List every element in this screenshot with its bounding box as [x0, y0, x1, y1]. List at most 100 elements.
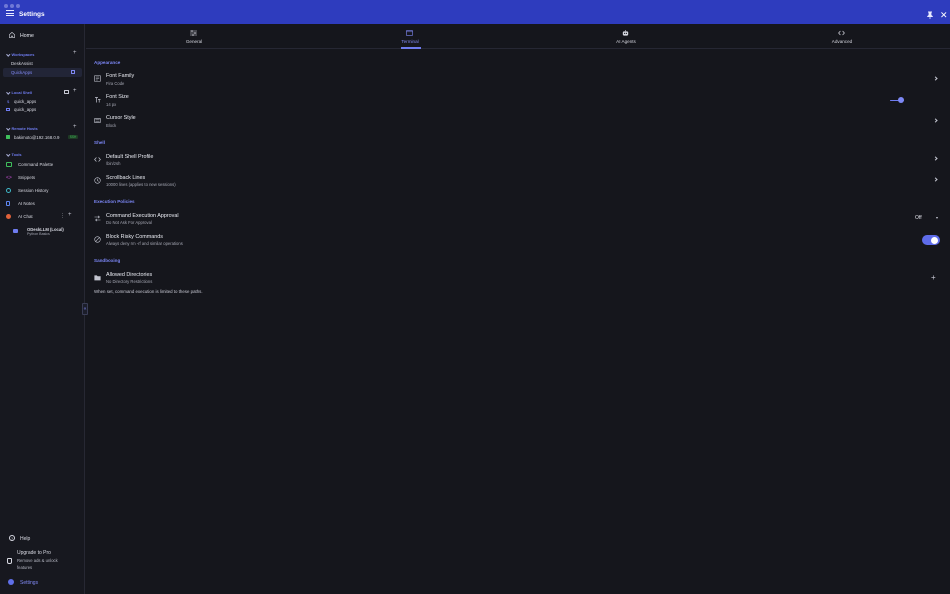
collapse-sidebar-button[interactable]: «: [82, 303, 88, 315]
more-options-icon[interactable]: ⋮: [60, 213, 65, 219]
scrollback-label[interactable]: Scrollback Lines: [106, 175, 145, 181]
tab-advanced[interactable]: Advanced: [734, 24, 950, 49]
history-icon: [94, 177, 101, 184]
local-shell-header[interactable]: Local Shell: [6, 90, 91, 95]
menu-icon[interactable]: [6, 10, 14, 16]
sidebar-item-snippets[interactable]: Snippets: [18, 175, 102, 180]
font-family-value: Fira Code: [106, 81, 125, 86]
code-icon: [94, 157, 101, 162]
active-tab-indicator: [401, 47, 421, 49]
sidebar-home[interactable]: Home: [20, 33, 34, 39]
add-host-icon[interactable]: +: [73, 124, 77, 130]
terminal-icon: [406, 30, 413, 36]
default-shell-label[interactable]: Default Shell Profile: [106, 154, 153, 160]
remote-hosts-label: Remote Hosts: [11, 126, 38, 131]
toggle-knob: [931, 236, 938, 244]
settings-tabs: General Terminal AI Agents Advanced: [86, 24, 950, 49]
sandboxing-note: When set, command execution is limited t…: [94, 289, 203, 294]
workspaces-label: Workspaces: [11, 52, 35, 57]
add-directory-icon[interactable]: +: [931, 274, 936, 282]
chevron-right-icon[interactable]: [933, 118, 938, 123]
chevron-down-icon: [6, 126, 11, 131]
new-chat-icon[interactable]: +: [68, 212, 72, 218]
keyboard-icon: [94, 118, 101, 123]
status-badge: SSH: [68, 135, 78, 139]
font-size-label[interactable]: Font Size: [106, 94, 129, 100]
command-palette-icon: [6, 162, 12, 167]
server-icon: [6, 135, 10, 139]
title-bar: Settings ✕: [0, 0, 950, 24]
chevron-right-icon[interactable]: [933, 76, 938, 81]
tab-general[interactable]: General: [86, 24, 302, 49]
code-icon: [838, 30, 845, 36]
font-size-slider-handle[interactable]: [898, 97, 904, 103]
chat-bubble-icon: [13, 229, 18, 233]
chevron-right-icon[interactable]: [933, 177, 938, 182]
block-risky-label[interactable]: Block Risky Commands: [106, 234, 163, 240]
section-execution-policies: Execution Policies: [94, 199, 135, 204]
close-icon[interactable]: ✕: [940, 11, 948, 20]
window-zoom-dot[interactable]: [16, 4, 20, 8]
ai-chat-icon: [6, 214, 11, 219]
allowed-dirs-label[interactable]: Allowed Directories: [106, 272, 152, 278]
upgrade-description: Remove ads & unlock features: [17, 558, 58, 570]
chevron-down-icon: [6, 52, 11, 57]
sidebar-item-shell[interactable]: quick_apps: [14, 99, 98, 104]
pin-icon[interactable]: [926, 11, 934, 19]
robot-icon: [622, 30, 629, 36]
folder-icon[interactable]: [64, 90, 69, 94]
window-minimize-dot[interactable]: [10, 4, 14, 8]
add-shell-icon[interactable]: +: [73, 88, 77, 94]
default-shell-value: /bin/zsh: [106, 161, 121, 166]
sidebar-settings[interactable]: Settings: [20, 580, 104, 586]
tools-label: Tools: [11, 152, 22, 157]
workspace-settings-icon[interactable]: [71, 70, 75, 74]
window-title: Settings: [19, 11, 45, 18]
tab-terminal[interactable]: Terminal: [302, 24, 518, 49]
add-workspace-icon[interactable]: +: [73, 50, 77, 56]
approval-label[interactable]: Command Execution Approval: [106, 213, 179, 219]
sidebar-item-host[interactable]: bakimoto@192.168.0.9: [14, 135, 98, 140]
chevron-right-icon[interactable]: [933, 156, 938, 161]
cursor-style-label[interactable]: Cursor Style: [106, 115, 136, 121]
sidebar-item-workspace[interactable]: DeskAssist: [11, 61, 95, 66]
sidebar-item-workspace-active[interactable]: QuickApps: [11, 70, 95, 75]
cursor-style-value: Block: [106, 123, 117, 128]
tools-header[interactable]: Tools: [6, 152, 91, 157]
local-shell-label: Local Shell: [11, 90, 33, 95]
font-family-label[interactable]: Font Family: [106, 73, 134, 79]
sidebar-help[interactable]: Help: [20, 536, 104, 542]
chevron-down-icon[interactable]: [936, 217, 938, 219]
bookmark-icon: [6, 201, 10, 206]
folder-icon: [94, 275, 101, 281]
scrollback-value: 10000 lines (applies to new sessions): [106, 182, 176, 187]
workspaces-header[interactable]: Workspaces: [6, 52, 91, 57]
shield-icon: [7, 558, 12, 564]
sidebar-item-command-palette[interactable]: Command Palette: [18, 162, 102, 167]
font-size-value: 14 px: [106, 102, 117, 107]
section-shell: Shell: [94, 140, 105, 145]
window-close-dot[interactable]: [4, 4, 8, 8]
sliders-icon: [190, 30, 197, 36]
home-icon: [9, 32, 15, 38]
chevron-down-icon: [6, 90, 11, 95]
sidebar-item-session-history[interactable]: Session History: [18, 188, 102, 193]
allowed-dirs-value: No Directory Restrictions: [106, 279, 153, 284]
tab-label: Terminal: [401, 39, 419, 44]
upgrade-title[interactable]: Upgrade to Pro: [17, 550, 101, 556]
tab-label: General: [185, 39, 203, 44]
tab-ai-agents[interactable]: AI Agents: [518, 24, 734, 49]
chevron-down-icon: [6, 152, 11, 157]
text-size-icon: [95, 97, 101, 103]
section-sandboxing: Sandboxing: [94, 258, 121, 263]
remote-hosts-header[interactable]: Remote Hosts: [6, 126, 91, 131]
history-icon: [6, 188, 11, 193]
approval-dropdown[interactable]: Off: [915, 215, 922, 221]
block-risky-value: Always deny rm -rf and similar operation…: [106, 241, 183, 246]
help-icon: ?: [9, 535, 15, 541]
approval-flow-icon: [94, 215, 101, 222]
approval-value: Do Not Ask For Approval: [106, 220, 152, 225]
folder-icon: [6, 108, 10, 111]
sidebar-item-shell[interactable]: quick_apps: [14, 107, 98, 112]
sidebar-item-ai-notes[interactable]: AI Notes: [18, 201, 102, 206]
